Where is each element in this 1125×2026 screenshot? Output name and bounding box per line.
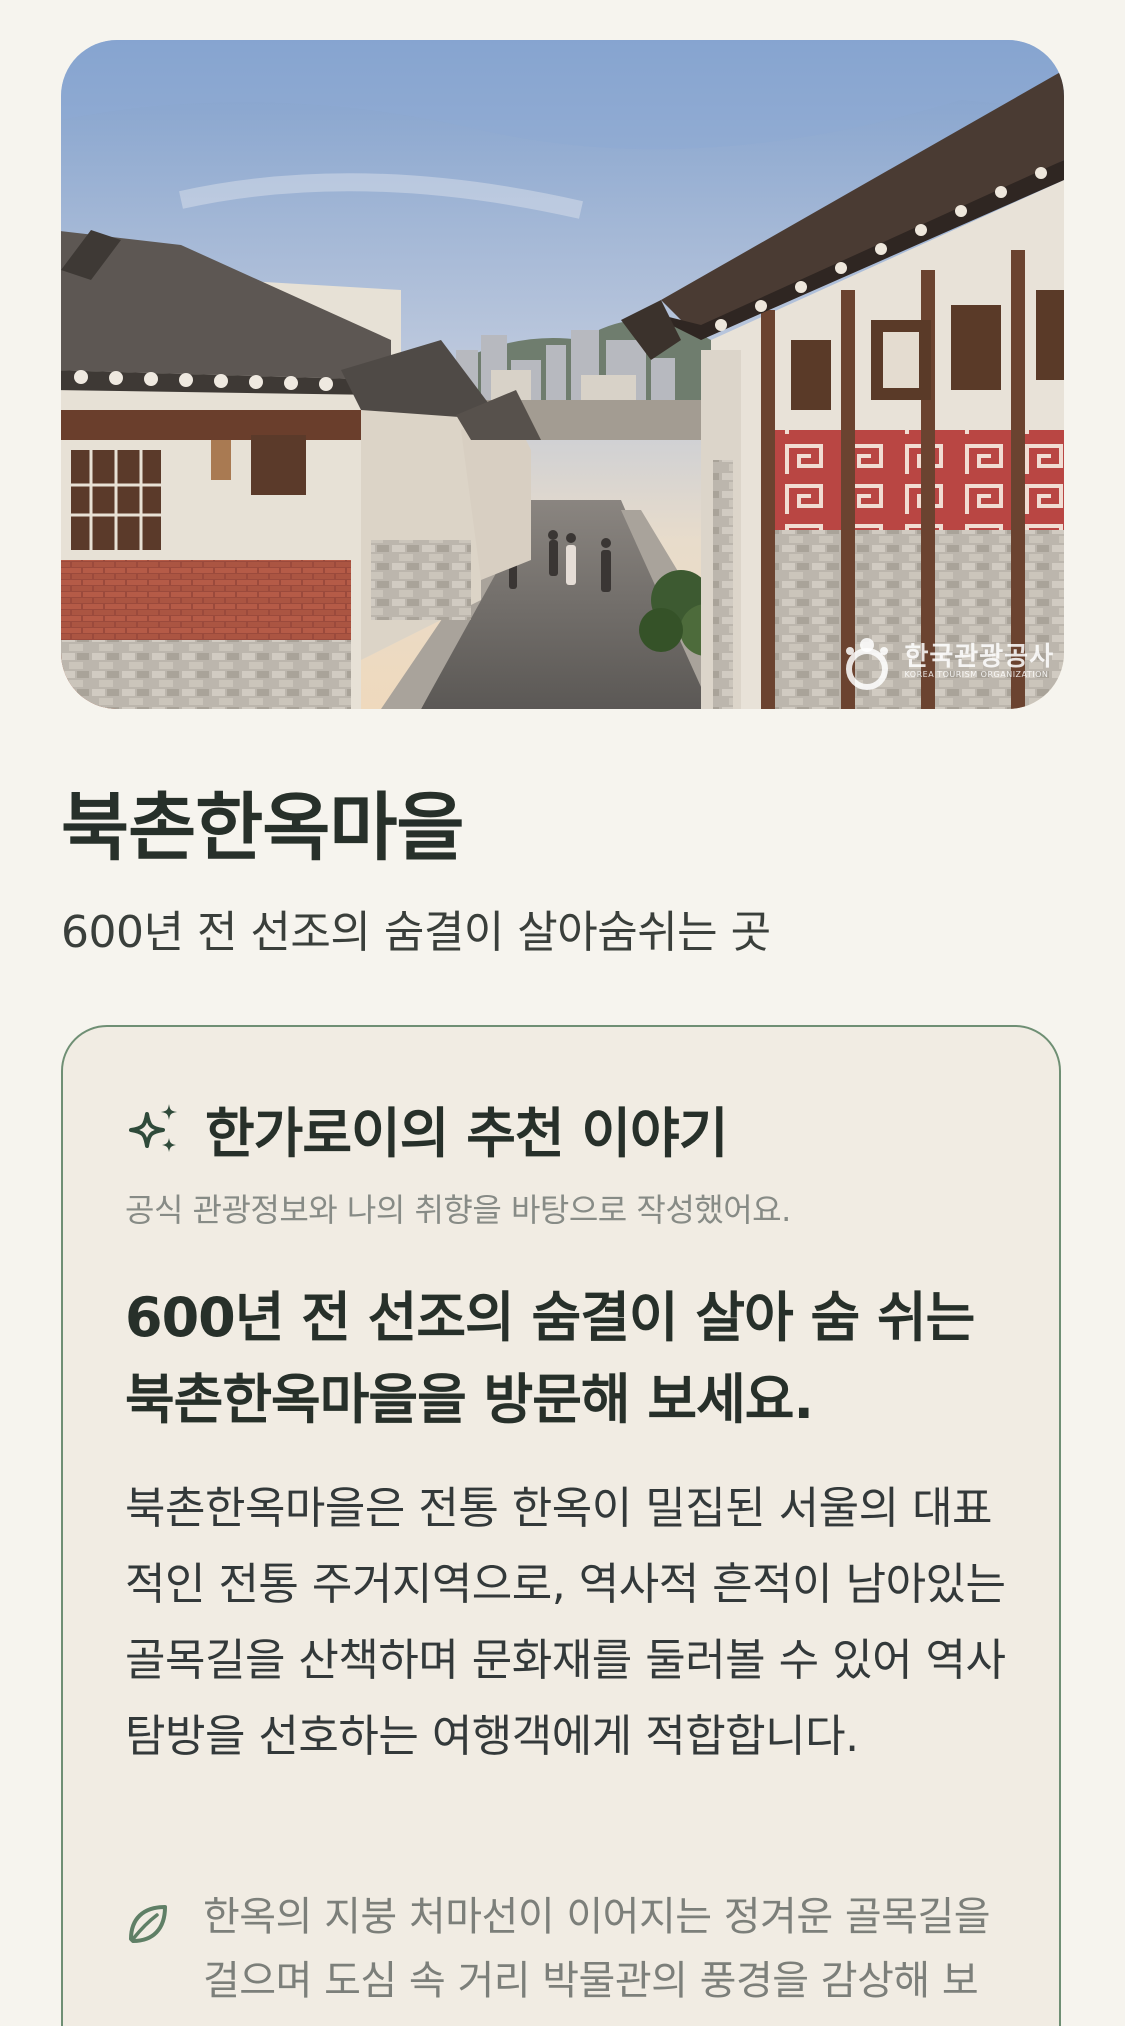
- recommendation-title: 한가로이의 추천 이야기: [205, 1102, 728, 1165]
- tourism-logo-icon: [846, 638, 889, 690]
- place-title: 북촌한옥마을: [61, 785, 464, 871]
- watermark-english: KOREA TOURISM ORGANIZATION: [904, 670, 1049, 680]
- recommendation-headline: 600년 전 선조의 숨결이 살아 숨 쉬는 북촌한옥마을을 방문해 보세요.: [125, 1286, 975, 1431]
- recommendation-caption: 공식 관광정보와 나의 취향을 바탕으로 작성했어요.: [125, 1191, 791, 1229]
- leaf-icon: [129, 1905, 167, 1943]
- hero-image: 한국관광공사 KOREA TOURISM ORGANIZATION: [61, 40, 1064, 709]
- sparkle-icon: [129, 1103, 177, 1152]
- place-detail-page: 한국관광공사 KOREA TOURISM ORGANIZATION 북촌한옥마을…: [0, 0, 1125, 2026]
- recommendation-point-text: 한옥의 지붕 처마선이 이어지는 정겨운 골목길을 걸으며 도심 속 거리 박물…: [203, 1894, 991, 2004]
- recommendation-point: 한옥의 지붕 처마선이 이어지는 정겨운 골목길을 걸으며 도심 속 거리 박물…: [125, 1885, 1025, 2013]
- watermark: 한국관광공사 KOREA TOURISM ORGANIZATION: [838, 633, 1054, 691]
- watermark-korean: 한국관광공사: [904, 642, 1054, 673]
- recommendation-body: 북촌한옥마을은 전통 한옥이 밀집된 서울의 대표적인 전통 주거지역으로, 역…: [125, 1483, 1006, 1762]
- hanok-street-illustration: [61, 40, 1064, 709]
- recommendation-card: 한가로이의 추천 이야기 공식 관광정보와 나의 취향을 바탕으로 작성했어요.…: [61, 1025, 1061, 2026]
- place-subtitle: 600년 전 선조의 숨결이 살아숨쉬는 곳: [61, 907, 771, 958]
- recommendation-header: 한가로이의 추천 이야기: [125, 1089, 728, 1168]
